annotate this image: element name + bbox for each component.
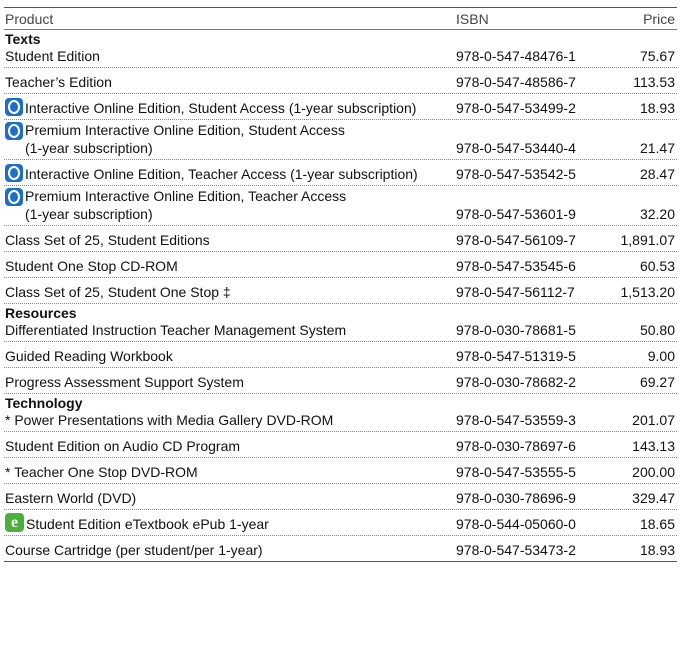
product-name: Student Edition eTextbook ePub 1-year bbox=[26, 516, 269, 532]
isbn: 978-0-547-53555-5 bbox=[456, 464, 576, 480]
table-row: Class Set of 25, Student One Stop ‡ 978-… bbox=[4, 278, 677, 304]
price: 18.93 bbox=[639, 542, 675, 558]
table-row: Interactive Online Edition, Student Acce… bbox=[4, 94, 677, 120]
price: 18.93 bbox=[639, 100, 675, 116]
table-row: * Power Presentations with Media Gallery… bbox=[4, 411, 677, 432]
section-heading-technology: Technology bbox=[5, 395, 83, 411]
isbn: 978-0-547-53440-4 bbox=[456, 140, 576, 156]
table-row: Premium Interactive Online Edition, Stud… bbox=[4, 120, 677, 160]
table-row: Course Cartridge (per student/per 1-year… bbox=[4, 536, 677, 562]
table-row: Class Set of 25, Student Editions 978-0-… bbox=[4, 226, 677, 252]
etextbook-e-icon: e bbox=[5, 513, 24, 532]
online-o-icon bbox=[5, 98, 23, 116]
price: 50.80 bbox=[639, 322, 675, 338]
header-isbn: ISBN bbox=[456, 10, 489, 27]
product-name: Teacher’s Edition bbox=[5, 74, 112, 90]
online-o-icon bbox=[5, 188, 23, 206]
table-row: Premium Interactive Online Edition, Teac… bbox=[4, 186, 677, 226]
table-row: e Student Edition eTextbook ePub 1-year … bbox=[4, 510, 677, 536]
product-name: Progress Assessment Support System bbox=[5, 374, 244, 390]
isbn: 978-0-547-53499-2 bbox=[456, 100, 576, 116]
isbn: 978-0-547-48476-1 bbox=[456, 48, 576, 64]
header-product: Product bbox=[5, 10, 54, 27]
product-name: Student Edition on Audio CD Program bbox=[5, 438, 241, 454]
isbn: 978-0-030-78696-9 bbox=[456, 490, 576, 506]
table-row: Guided Reading Workbook 978-0-547-51319-… bbox=[4, 342, 677, 368]
table-row: Student One Stop CD-ROM 978-0-547-53545-… bbox=[4, 252, 677, 278]
isbn: 978-0-547-53559-3 bbox=[456, 412, 576, 428]
product-name: Interactive Online Edition, Student Acce… bbox=[25, 100, 417, 116]
product-name: Student Edition bbox=[5, 48, 100, 64]
table-row: Student Edition 978-0-547-48476-1 75.67 bbox=[4, 47, 677, 68]
isbn: 978-0-030-78681-5 bbox=[456, 322, 576, 338]
product-name-line1: Premium Interactive Online Edition, Teac… bbox=[25, 188, 347, 204]
isbn: 978-0-547-53473-2 bbox=[456, 542, 576, 558]
table-header: Product ISBN Price bbox=[4, 8, 677, 30]
isbn: 978-0-547-53545-6 bbox=[456, 258, 576, 274]
price: 143.13 bbox=[632, 438, 675, 454]
isbn: 978-0-547-51319-5 bbox=[456, 348, 576, 364]
isbn: 978-0-547-53542-5 bbox=[456, 166, 576, 182]
product-name-line1: Premium Interactive Online Edition, Stud… bbox=[25, 122, 345, 138]
product-cell: Interactive Online Edition, Teacher Acce… bbox=[4, 164, 448, 183]
product-name: Differentiated Instruction Teacher Manag… bbox=[5, 322, 347, 338]
product-name: Eastern World (DVD) bbox=[5, 490, 137, 506]
price: 200.00 bbox=[632, 464, 675, 480]
product-name-line2: (1-year subscription) bbox=[25, 140, 153, 156]
table-row: Progress Assessment Support System 978-0… bbox=[4, 368, 677, 394]
price: 9.00 bbox=[647, 348, 675, 364]
product-name: Class Set of 25, Student One Stop ‡ bbox=[5, 284, 231, 300]
product-name: Class Set of 25, Student Editions bbox=[5, 232, 210, 248]
table-row: Student Edition on Audio CD Program 978-… bbox=[4, 432, 677, 458]
table-row: Interactive Online Edition, Teacher Acce… bbox=[4, 160, 677, 186]
price: 69.27 bbox=[639, 374, 675, 390]
section-heading-texts: Texts bbox=[5, 31, 41, 47]
table-row: Teacher’s Edition 978-0-547-48586-7 113.… bbox=[4, 68, 677, 94]
table-row: Eastern World (DVD) 978-0-030-78696-9 32… bbox=[4, 484, 677, 510]
product-name: Interactive Online Edition, Teacher Acce… bbox=[25, 166, 418, 182]
product-name: Course Cartridge (per student/per 1-year… bbox=[5, 542, 263, 558]
price: 75.67 bbox=[639, 48, 675, 64]
price: 32.20 bbox=[639, 206, 675, 222]
product-cell: Interactive Online Edition, Student Acce… bbox=[4, 98, 448, 117]
price: 329.47 bbox=[632, 490, 675, 506]
price: 18.65 bbox=[639, 516, 675, 532]
isbn: 978-0-547-56109-7 bbox=[456, 232, 576, 248]
product-name: Student One Stop CD-ROM bbox=[5, 258, 178, 274]
isbn: 978-0-030-78697-6 bbox=[456, 438, 576, 454]
product-cell: e Student Edition eTextbook ePub 1-year bbox=[4, 513, 448, 533]
price: 28.47 bbox=[639, 166, 675, 182]
section-heading-resources: Resources bbox=[5, 305, 77, 321]
product-name: Guided Reading Workbook bbox=[5, 348, 173, 364]
price: 60.53 bbox=[639, 258, 675, 274]
price: 1,891.07 bbox=[620, 232, 676, 248]
isbn: 978-0-544-05060-0 bbox=[456, 516, 576, 532]
isbn: 978-0-547-48586-7 bbox=[456, 74, 576, 90]
header-price: Price bbox=[643, 10, 675, 27]
isbn: 978-0-547-56112-7 bbox=[456, 284, 575, 300]
table-row: * Teacher One Stop DVD-ROM 978-0-547-535… bbox=[4, 458, 677, 484]
price-list: Product ISBN Price Texts Student Edition… bbox=[4, 7, 677, 562]
product-cell: Premium Interactive Online Edition, Teac… bbox=[4, 187, 448, 223]
price: 1,513.20 bbox=[620, 284, 676, 300]
product-name: * Power Presentations with Media Gallery… bbox=[5, 412, 334, 428]
price: 21.47 bbox=[639, 140, 675, 156]
online-o-icon bbox=[5, 122, 23, 140]
product-name: * Teacher One Stop DVD-ROM bbox=[5, 464, 198, 480]
product-name-line2: (1-year subscription) bbox=[25, 206, 153, 222]
online-o-icon bbox=[5, 164, 23, 182]
price: 113.53 bbox=[633, 74, 675, 90]
price: 201.07 bbox=[632, 412, 675, 428]
isbn: 978-0-547-53601-9 bbox=[456, 206, 576, 222]
isbn: 978-0-030-78682-2 bbox=[456, 374, 576, 390]
product-cell: Premium Interactive Online Edition, Stud… bbox=[4, 121, 448, 157]
table-row: Differentiated Instruction Teacher Manag… bbox=[4, 321, 677, 342]
